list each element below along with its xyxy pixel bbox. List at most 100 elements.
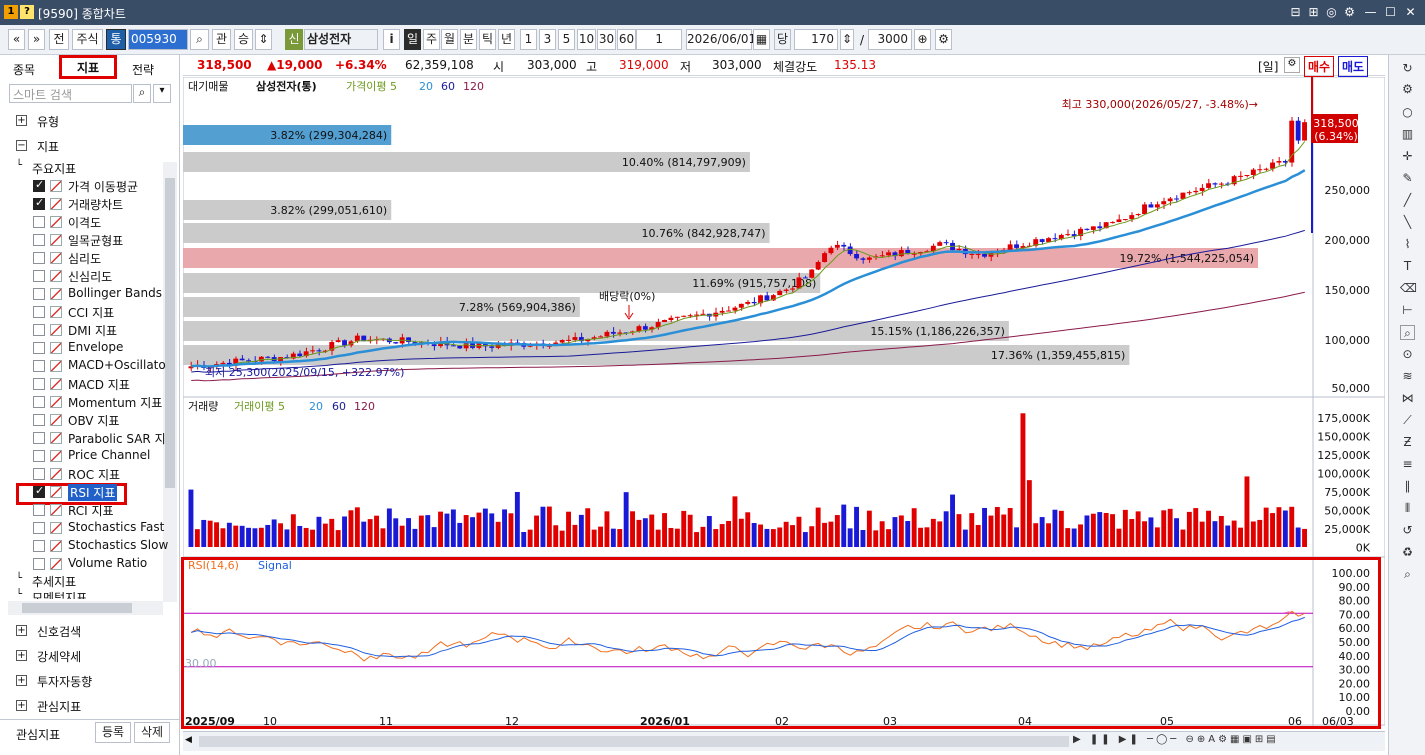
indicator-checkbox[interactable] (33, 178, 45, 192)
interval-10-button[interactable]: 10 (577, 29, 596, 50)
indicator-checkbox[interactable] (33, 468, 45, 480)
collapse-icon[interactable]: − (16, 140, 27, 151)
indicator-item[interactable]: 신심리도 (0, 267, 180, 285)
search-icon[interactable]: ⌕ (190, 29, 209, 50)
indicator-checkbox[interactable] (33, 342, 45, 354)
market-all-button[interactable]: 전 (49, 29, 69, 50)
date-input[interactable]: 2026/06/01 (686, 29, 756, 50)
indicator-checkbox[interactable] (33, 234, 45, 246)
playback-zoom-controls[interactable]: ▶ ❚❚ ▶❚ ─◯─ ⊖⊕A⚙▦▣⊞▤ (1073, 734, 1373, 748)
fibonacci-icon[interactable]: ≋ (1400, 369, 1415, 384)
chart-type-icon[interactable]: ▥ (1400, 127, 1415, 142)
interval-60-button[interactable]: 60 (617, 29, 636, 50)
indicator-checkbox[interactable] (33, 504, 45, 516)
grid-lines-icon[interactable]: ⦀ (1400, 501, 1415, 516)
delete-button[interactable]: 삭제 (134, 722, 170, 743)
scroll-track[interactable] (199, 736, 1069, 747)
chart-scroll-bar[interactable]: ◀ ▶ ❚❚ ▶❚ ─◯─ ⊖⊕A⚙▦▣⊞▤ (183, 731, 1385, 751)
count-spin-icon[interactable]: ⇕ (840, 29, 854, 50)
indicator-item[interactable]: RCI 지표 (0, 501, 180, 519)
calendar-icon[interactable]: ▦ (753, 29, 770, 50)
spin-icon[interactable]: ⇕ (255, 29, 272, 50)
indicator-item[interactable]: Bollinger Bands (0, 285, 180, 303)
auto-line-icon[interactable]: ⌇ (1400, 237, 1415, 252)
split-icon[interactable]: ⊞ (1305, 4, 1322, 21)
indicator-item[interactable]: CCI 지표 (0, 303, 180, 321)
dropdown-icon[interactable]: ▾ (153, 84, 171, 103)
close-button[interactable]: ✕ (1402, 4, 1419, 21)
momentum-group[interactable]: └ 모멘텀지표 (0, 588, 180, 599)
indicator-checkbox[interactable] (33, 196, 45, 210)
integrated-toggle[interactable]: 통 (106, 29, 126, 50)
group-strength[interactable]: + 강세약세 (0, 647, 180, 665)
market-type-select[interactable]: 주식 (72, 29, 103, 50)
horizontal-scrollbar[interactable] (8, 601, 163, 615)
period-minute-button[interactable]: 분 (460, 29, 477, 50)
settings-gear-icon[interactable]: ⚙ (1341, 4, 1358, 21)
info-button[interactable]: i (383, 29, 400, 50)
indicator-checkbox[interactable] (33, 324, 45, 336)
indicator-item[interactable]: 심리도 (0, 249, 180, 267)
interval-input[interactable]: 1 (636, 29, 682, 50)
indicator-checkbox[interactable] (33, 558, 45, 570)
pen-icon[interactable]: ✎ (1400, 171, 1415, 186)
search-icon[interactable]: ⌕ (133, 84, 151, 103)
rotate-icon[interactable]: ↺ (1400, 523, 1415, 538)
register-button[interactable]: 등록 (95, 722, 131, 743)
group-investor[interactable]: + 투자자동향 (0, 672, 180, 690)
group-signal[interactable]: + 신호검색 (0, 622, 180, 640)
stock-code-input[interactable]: 005930 (128, 29, 188, 50)
indicator-checkbox[interactable] (33, 252, 45, 264)
period-day-button[interactable]: 일 (404, 29, 421, 50)
crosshair-icon[interactable]: ✛ (1400, 149, 1415, 164)
parallel-lines-icon[interactable]: ≡ (1400, 457, 1415, 472)
pattern-icon[interactable]: ⋈ (1400, 391, 1415, 406)
count-input[interactable]: 170 (794, 29, 838, 50)
indicator-checkbox[interactable] (33, 484, 45, 498)
circle-icon[interactable]: ○ (1400, 105, 1415, 120)
expand-icon[interactable]: + (16, 625, 27, 636)
indicator-item[interactable]: ROC 지표 (0, 465, 180, 483)
trend-line-icon[interactable]: ╱ (1400, 193, 1415, 208)
group-fav[interactable]: + 관심지표 (0, 697, 180, 715)
total-input[interactable]: 3000 (868, 29, 912, 50)
cycle-icon[interactable]: Ƶ (1400, 435, 1415, 450)
tab-stock[interactable]: 종목 (13, 61, 35, 78)
minimize-button[interactable]: — (1362, 4, 1379, 21)
layout-icon[interactable]: ⊟ (1287, 4, 1304, 21)
next-stock-button[interactable]: » (28, 29, 45, 50)
ruler-icon[interactable]: ⊢ (1400, 303, 1415, 318)
watch-button[interactable]: 관 (212, 29, 231, 50)
indicator-item[interactable]: Parabolic SAR 지 (0, 429, 180, 447)
recycle-icon[interactable]: ♻ (1400, 545, 1415, 560)
indicator-item[interactable]: Envelope (0, 339, 180, 357)
period-month-button[interactable]: 월 (441, 29, 458, 50)
indicator-checkbox[interactable] (33, 288, 45, 300)
interval-1-button[interactable]: 1 (520, 29, 537, 50)
indicator-checkbox[interactable] (33, 450, 45, 462)
indicator-item[interactable]: Momentum 지표 (0, 393, 180, 411)
indicator-item[interactable]: Price Channel (0, 447, 180, 465)
indicator-item[interactable]: 이격도 (0, 213, 180, 231)
smart-search-input[interactable]: 스마트 검색 (9, 84, 132, 103)
indicator-item[interactable]: MACD 지표 (0, 375, 180, 393)
period-week-button[interactable]: 주 (423, 29, 440, 50)
tab-strategy[interactable]: 전략 (132, 61, 154, 78)
all-erase-icon[interactable]: ⌫ (1400, 281, 1417, 296)
indicator-item[interactable]: 가격 이동평균 (0, 177, 180, 195)
indicator-checkbox[interactable] (33, 396, 45, 408)
indicator-checkbox[interactable] (33, 270, 45, 282)
sort-button[interactable]: 승 (234, 29, 253, 50)
indicator-checkbox[interactable] (33, 540, 45, 552)
indicator-checkbox[interactable] (33, 306, 45, 318)
scroll-left-icon[interactable]: ◀ (185, 735, 197, 747)
expand-icon[interactable]: + (16, 700, 27, 711)
indicator-item[interactable]: DMI 지표 (0, 321, 180, 339)
indicator-checkbox[interactable] (33, 360, 45, 372)
indicator-item[interactable]: RSI 지표 (0, 483, 180, 501)
gann-icon[interactable]: ⟋ (1400, 413, 1415, 428)
search-small-icon[interactable]: ⌕ (1400, 567, 1415, 582)
indicator-item[interactable]: MACD+Oscillato (0, 357, 180, 375)
zoom-icon[interactable]: ⊙ (1400, 347, 1415, 362)
indicator-item[interactable]: OBV 지표 (0, 411, 180, 429)
